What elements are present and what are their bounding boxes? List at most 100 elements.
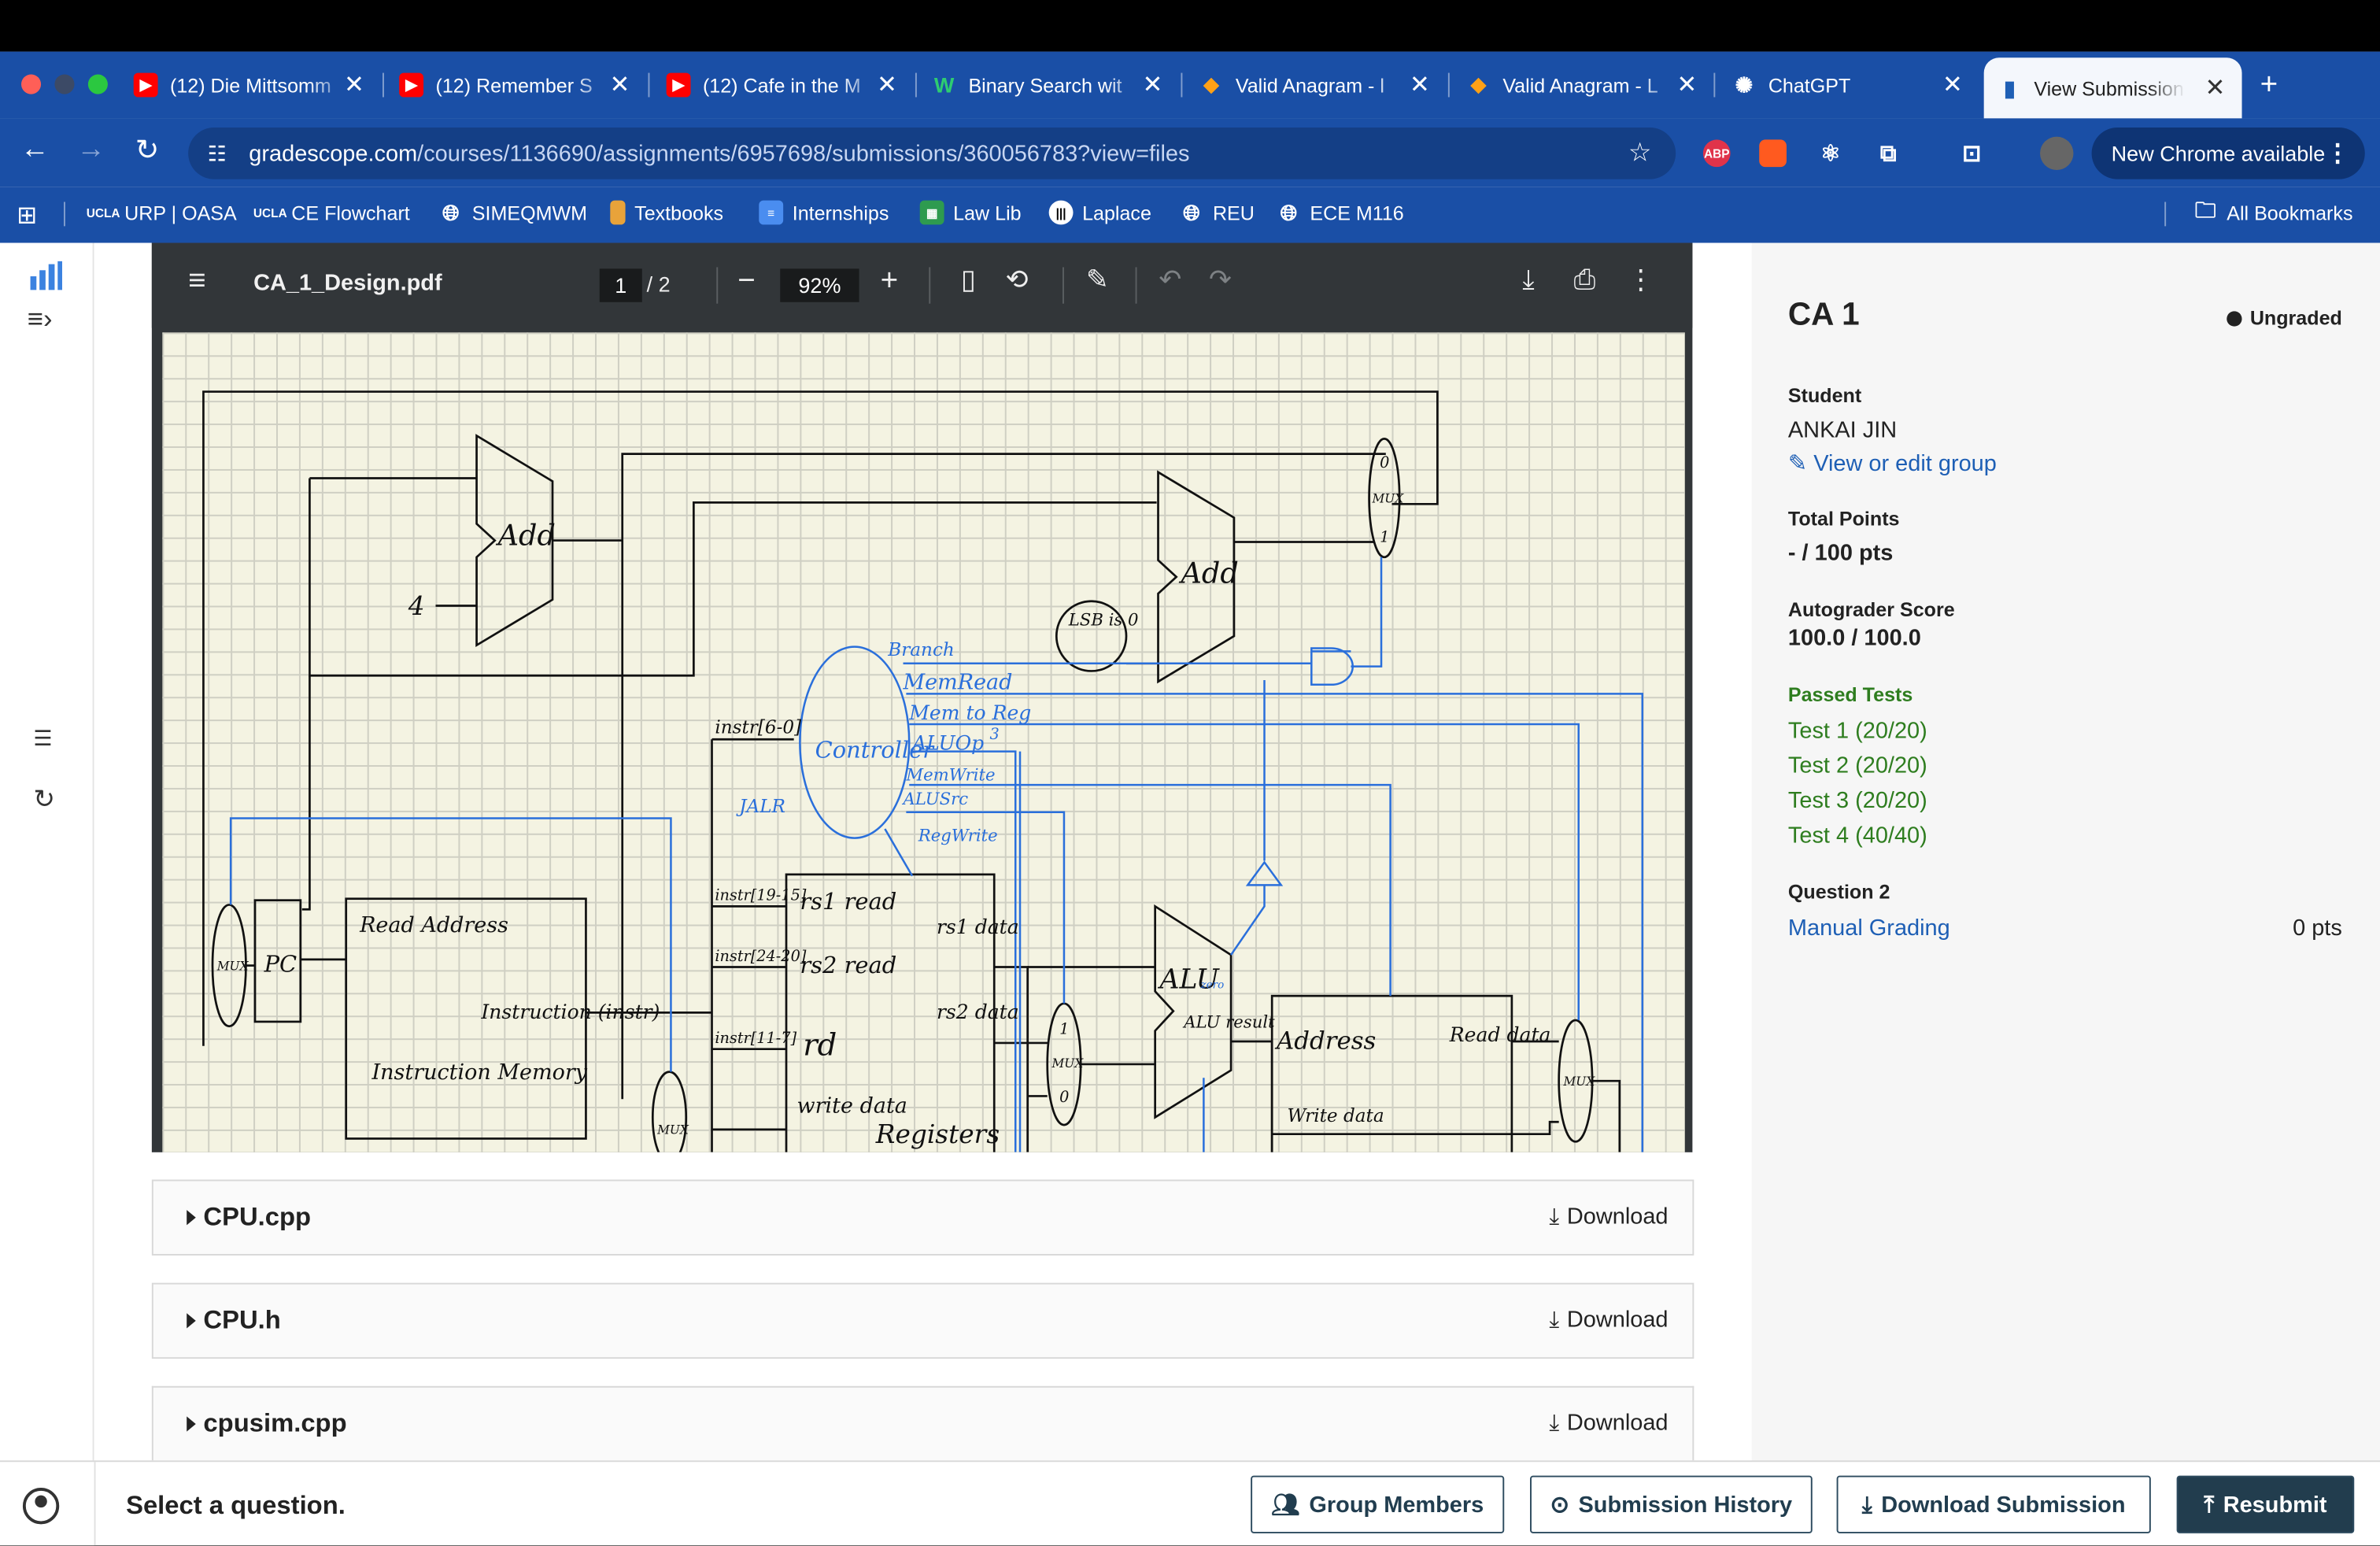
forward-icon[interactable]: →: [72, 134, 111, 167]
tab-view-submission[interactable]: ▮ View Submission ✕: [1983, 57, 2242, 119]
rotate-icon[interactable]: ⟲: [1000, 264, 1033, 297]
site-settings-icon[interactable]: ☷: [203, 139, 231, 167]
brave-shield-icon[interactable]: [1759, 139, 1787, 168]
apps-grid-icon[interactable]: ⊞: [17, 201, 37, 231]
tab-remember[interactable]: ▶ (12) Remember S ✕: [399, 61, 630, 109]
submission-sidebar: CA 1 Ungraded Student ANKAI JIN ✎ View o…: [1751, 242, 2380, 1461]
annotate-icon[interactable]: ✎: [1081, 264, 1114, 297]
print-icon[interactable]: ⎙: [1568, 264, 1601, 297]
user-account-icon[interactable]: [22, 1488, 60, 1525]
zoom-input[interactable]: 92%: [780, 268, 859, 302]
download-button[interactable]: ⤓ Download: [1549, 1204, 1668, 1230]
registers-label: Registers: [875, 1119, 1000, 1149]
aluop-bits-label: 3: [989, 725, 999, 743]
pdf-menu-icon[interactable]: ≡: [188, 264, 206, 299]
close-tab-icon[interactable]: ✕: [610, 70, 630, 101]
search-tabs-icon[interactable]: ⊡: [1958, 139, 1986, 167]
profile-avatar[interactable]: [2040, 136, 2074, 171]
test-result-2[interactable]: Test 2 (20/20): [1788, 753, 1927, 779]
tab-valid-anagram-1[interactable]: ◆ Valid Anagram - l ✕: [1199, 61, 1430, 109]
close-tab-icon[interactable]: ✕: [877, 70, 897, 101]
expand-sidebar-icon[interactable]: ≡›: [28, 304, 53, 336]
download-button[interactable]: ⤓ Download: [1549, 1307, 1668, 1333]
users-icon: 👥︎: [1271, 1492, 1300, 1518]
doc-icon: ≡: [759, 200, 784, 225]
manual-grading-link[interactable]: Manual Grading: [1788, 915, 1950, 941]
close-tab-icon[interactable]: ✕: [1942, 70, 1963, 101]
expand-caret-icon[interactable]: [187, 1210, 196, 1226]
new-chrome-available-button[interactable]: New Chrome available ⋮: [2091, 128, 2365, 179]
close-tab-icon[interactable]: ✕: [1410, 70, 1430, 101]
minimize-window-button[interactable]: [54, 74, 75, 94]
more-menu-icon[interactable]: ⋮: [2326, 139, 2350, 169]
regwrite-signal: RegWrite: [918, 826, 998, 845]
toolbar-divider: [1135, 267, 1137, 304]
bookmark-star-icon[interactable]: ☆: [1628, 139, 1651, 169]
bookmark-reu[interactable]: 🌐︎ REU: [1180, 200, 1255, 225]
download-submission-button[interactable]: ⤓ Download Submission: [1836, 1475, 2151, 1533]
maximize-window-button[interactable]: [87, 74, 108, 94]
refresh-icon[interactable]: ↻: [33, 785, 54, 816]
gradescope-logo-icon[interactable]: [29, 261, 63, 299]
outline-icon[interactable]: ☰: [33, 726, 52, 752]
url-text[interactable]: gradescope.com/courses/1136690/assignmen…: [249, 140, 1189, 166]
bookmark-internships[interactable]: ≡ Internships: [759, 200, 889, 225]
bookmark-divider: [64, 202, 65, 227]
test-result-3[interactable]: Test 3 (20/20): [1788, 788, 1927, 814]
page-number-input[interactable]: 1: [599, 268, 642, 302]
file-row-cpu-h[interactable]: CPU.h ⤓ Download: [151, 1282, 1694, 1359]
new-tab-button[interactable]: +: [2260, 61, 2288, 109]
close-tab-icon[interactable]: ✕: [2204, 73, 2225, 104]
expand-caret-icon[interactable]: [187, 1416, 196, 1432]
bookmark-ece-m116[interactable]: 🌐︎ ECE M116: [1277, 200, 1404, 225]
read-address-label: Read Address: [359, 913, 508, 938]
bookmark-urp-oasa[interactable]: UCLA URP | OASA: [87, 201, 237, 225]
back-icon[interactable]: ←: [15, 134, 54, 167]
mux-0-label: 0: [1059, 1088, 1069, 1106]
zoom-out-button[interactable]: −: [737, 264, 756, 299]
read-data-label: Read data: [1449, 1023, 1551, 1046]
test-result-4[interactable]: Test 4 (40/40): [1788, 823, 1927, 849]
submission-history-button[interactable]: ⊙ Submission History: [1530, 1475, 1813, 1533]
tab-die-mittsommer[interactable]: ▶ (12) Die Mittsomm ✕: [133, 61, 364, 109]
bookmark-simeqmwm[interactable]: 🌐︎ SIMEQMWM: [438, 200, 587, 225]
tab-valid-anagram-2[interactable]: ◆ Valid Anagram - L ✕: [1466, 61, 1697, 109]
fit-page-icon[interactable]: ▯: [952, 264, 985, 297]
tab-chatgpt[interactable]: ✺ ChatGPT ✕: [1732, 61, 1963, 109]
expand-caret-icon[interactable]: [187, 1313, 196, 1329]
control-wire: [884, 828, 914, 877]
edit-group-link[interactable]: ✎ View or edit group: [1788, 449, 1997, 477]
bookmark-textbooks[interactable]: Textbooks: [610, 200, 723, 225]
zoom-in-button[interactable]: +: [881, 264, 899, 299]
close-tab-icon[interactable]: ✕: [1676, 70, 1697, 101]
close-tab-icon[interactable]: ✕: [1142, 70, 1162, 101]
group-members-button[interactable]: 👥︎ Group Members: [1251, 1475, 1505, 1533]
close-window-button[interactable]: [21, 74, 42, 94]
bookmark-ce-flowchart[interactable]: UCLA CE Flowchart: [253, 201, 410, 225]
bookmark-laplace[interactable]: ||| Laplace: [1048, 200, 1151, 225]
pdf-toolbar: ≡ CA_1_Design.pdf 1 / 2 − 92% + ▯ ⟲ ✎ ↶ …: [151, 242, 1693, 328]
tab-cafe[interactable]: ▶ (12) Cafe in the M ✕: [666, 61, 897, 109]
undo-icon[interactable]: ↶: [1154, 264, 1187, 297]
address-bar[interactable]: ☷ gradescope.com/courses/1136690/assignm…: [188, 128, 1676, 179]
extensions-puzzle-icon[interactable]: ⧉: [1875, 139, 1902, 167]
more-options-icon[interactable]: ⋮: [1624, 264, 1658, 297]
adblock-plus-icon[interactable]: ABP: [1702, 139, 1731, 168]
download-icon[interactable]: ⤓: [1512, 264, 1545, 297]
file-row-cpu-cpp[interactable]: CPU.cpp ⤓ Download: [151, 1179, 1694, 1256]
reload-icon[interactable]: ↻: [128, 134, 167, 168]
close-tab-icon[interactable]: ✕: [344, 70, 364, 101]
file-row-cpusim-cpp[interactable]: cpusim.cpp ⤓ Download: [151, 1385, 1694, 1461]
pdf-viewer: ≡ CA_1_Design.pdf 1 / 2 − 92% + ▯ ⟲ ✎ ↶ …: [151, 242, 1693, 1152]
react-devtools-icon[interactable]: ⚛: [1817, 139, 1845, 167]
download-button[interactable]: ⤓ Download: [1549, 1411, 1668, 1437]
left-nav: ≡› ☰ ↻: [0, 242, 94, 1546]
alu-shape: [1154, 904, 1232, 1119]
redo-icon[interactable]: ↷: [1203, 264, 1236, 297]
instruction-label: Instruction (instr): [480, 1000, 660, 1023]
all-bookmarks-button[interactable]: 🗀︎ All Bookmarks: [2193, 198, 2353, 225]
resubmit-button[interactable]: ⤒ Resubmit: [2176, 1475, 2355, 1533]
test-result-1[interactable]: Test 1 (20/20): [1788, 718, 1927, 744]
tab-binary-search[interactable]: W Binary Search wit ✕: [932, 61, 1162, 109]
bookmark-law-lib[interactable]: ▦ Law Lib: [919, 200, 1022, 225]
